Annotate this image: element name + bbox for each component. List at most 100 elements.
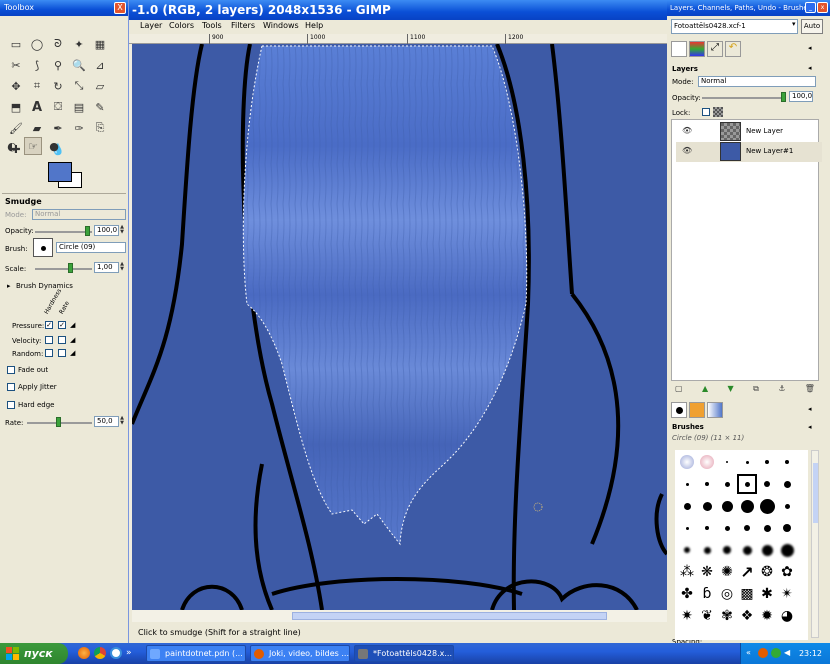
tab-menu-icon[interactable]: ◂ (808, 44, 812, 52)
brush-cell[interactable]: ✷ (677, 606, 697, 626)
taskbar-button[interactable]: Joki, video, bildes ... (250, 645, 350, 662)
layers-tab[interactable] (671, 41, 687, 57)
panel-menu-icon[interactable]: ◂ (808, 64, 812, 72)
menu-windows[interactable]: Windows (263, 21, 299, 30)
layer-row[interactable]: 👁 New Layer (676, 122, 822, 142)
brush-cell[interactable]: ✴ (777, 584, 797, 604)
pressure-hardness-checkbox[interactable]: ✓ (45, 321, 53, 329)
rect-select-icon[interactable]: ▭ (7, 35, 25, 53)
random-rate-checkbox[interactable] (58, 349, 66, 357)
brush-preview[interactable] (33, 238, 53, 257)
dodge-burn-icon[interactable]: ◐ (3, 137, 21, 155)
channels-tab[interactable] (689, 41, 705, 57)
brush-cell[interactable] (737, 518, 757, 538)
free-select-icon[interactable]: ᘐ (49, 35, 67, 53)
lock-alpha-icon[interactable] (713, 107, 723, 117)
brush-cell[interactable] (677, 496, 697, 516)
opacity-slider-track[interactable] (35, 231, 92, 233)
brush-dynamics-label[interactable]: Brush Dynamics (16, 282, 73, 290)
layer-mode-select[interactable]: Normal (698, 76, 816, 87)
perspective-icon[interactable]: ⬒ (7, 98, 25, 116)
scale-slider-track[interactable] (35, 268, 92, 270)
brushes-scroll-thumb[interactable] (813, 463, 818, 523)
brush-cell[interactable]: ❋ (697, 562, 717, 582)
brush-name-field[interactable]: Circle (09) (56, 242, 126, 253)
brush-cell[interactable] (757, 518, 777, 538)
firefox-icon[interactable] (78, 647, 90, 659)
brush-cell[interactable] (717, 496, 737, 516)
menu-tools[interactable]: Tools (202, 21, 222, 30)
bucket-fill-icon[interactable]: ⛋ (49, 98, 67, 116)
brush-cell[interactable]: ✿ (777, 562, 797, 582)
brush-cell[interactable] (737, 452, 757, 472)
brush-cell-selected[interactable] (737, 474, 757, 494)
scissors-icon[interactable]: ✂ (7, 56, 25, 74)
delete-layer-icon[interactable]: 🗑 (805, 384, 815, 396)
dock-titlebar[interactable]: Layers, Channels, Paths, Undo - Brushes,… (667, 0, 830, 28)
show-desktop-icon[interactable]: » (126, 647, 138, 659)
layer-opacity-field[interactable]: 100,0 (789, 91, 813, 102)
hard-edge-checkbox[interactable] (7, 401, 15, 409)
random-hardness-checkbox[interactable] (45, 349, 53, 357)
layer-opacity-track[interactable] (702, 97, 786, 99)
brush-cell[interactable]: ✺ (717, 562, 737, 582)
measure-icon[interactable]: ⊿ (91, 56, 109, 74)
brush-cell[interactable]: ❖ (737, 606, 757, 626)
mode-select[interactable]: Normal (32, 209, 126, 220)
toolbox-close-button[interactable]: X (114, 2, 126, 14)
brush-cell[interactable] (677, 518, 697, 538)
lock-pixels-checkbox[interactable] (702, 108, 710, 116)
brushes-scrollbar[interactable] (811, 450, 819, 638)
brush-cell[interactable] (677, 474, 697, 494)
move-icon[interactable]: ✥ (7, 77, 25, 95)
horizontal-scrollbar[interactable] (132, 610, 667, 622)
scale-spin-icon[interactable]: ▲ ▼ (119, 262, 125, 273)
ink-icon[interactable]: ✑ (70, 119, 88, 137)
brush-cell[interactable] (697, 452, 717, 472)
tray-network-icon[interactable] (771, 648, 781, 658)
taskbar-button[interactable]: paintdotnet.pdn (... (146, 645, 246, 662)
scale-icon[interactable]: ⤡ (70, 77, 88, 95)
eraser-icon[interactable]: ▰ (28, 119, 46, 137)
fuzzy-select-icon[interactable]: ✦ (70, 35, 88, 53)
opacity-spin-icon[interactable]: ▲ ▼ (119, 225, 125, 236)
undo-tab[interactable]: ↶ (725, 41, 741, 57)
brush-cell[interactable] (777, 496, 797, 516)
pencil-icon[interactable]: ✎ (91, 98, 109, 116)
brush-cell[interactable] (777, 540, 797, 560)
brush-cell[interactable] (697, 474, 717, 494)
brush-cell[interactable]: ⁂ (677, 562, 697, 582)
velocity-rate-checkbox[interactable] (58, 336, 66, 344)
brush-cell[interactable] (677, 452, 697, 472)
brush-cell[interactable]: ↗ (737, 562, 757, 582)
brush-cell[interactable] (717, 474, 737, 494)
brushes-tab[interactable] (671, 402, 687, 418)
scale-slider-thumb[interactable] (68, 263, 73, 273)
brush-cell[interactable]: ◎ (717, 584, 737, 604)
brush-cell[interactable] (737, 496, 757, 516)
toolbox-titlebar[interactable]: Toolbox X (0, 0, 128, 16)
lower-layer-icon[interactable]: ▼ (728, 384, 734, 396)
brush-cell[interactable] (777, 518, 797, 538)
expander-icon[interactable]: ▸ (7, 282, 11, 290)
minimize-icon[interactable]: _ (805, 2, 816, 13)
scale-field[interactable]: 1,00 (94, 262, 119, 273)
brush-cell[interactable] (697, 540, 717, 560)
tray-arrow-icon[interactable]: « (746, 648, 756, 658)
new-layer-icon[interactable]: ▢ (675, 384, 683, 396)
brush-cell[interactable] (697, 496, 717, 516)
taskbar-button[interactable]: *Fotoattēls0428.x... (354, 645, 454, 662)
duplicate-layer-icon[interactable]: ⧉ (753, 384, 759, 396)
brush-cell[interactable] (757, 474, 777, 494)
brush-cell[interactable]: ▩ (737, 584, 757, 604)
raise-layer-icon[interactable]: ▲ (702, 384, 708, 396)
menu-filters[interactable]: Filters (231, 21, 255, 30)
menu-help[interactable]: Help (305, 21, 323, 30)
text-icon[interactable]: A (28, 98, 46, 116)
paths-icon[interactable]: ⟆ (28, 56, 46, 74)
panel-menu-icon[interactable]: ◂ (808, 423, 812, 431)
layer-opacity-thumb[interactable] (781, 92, 786, 102)
image-select[interactable]: Fotoattēls0428.xcf-1 (671, 19, 798, 34)
crop-icon[interactable]: ⌗ (28, 77, 46, 95)
brush-cell[interactable] (757, 540, 777, 560)
